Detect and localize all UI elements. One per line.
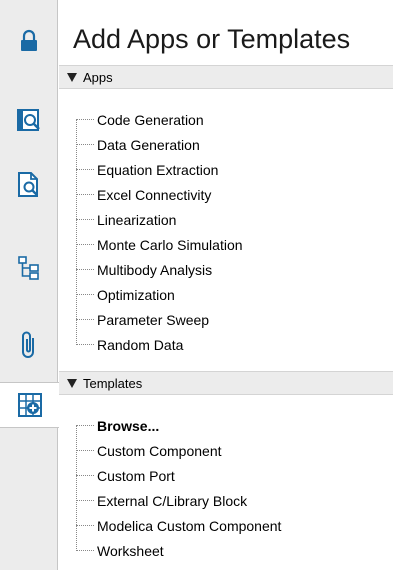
templates-section-label: Templates <box>83 375 143 391</box>
paperclip-icon <box>22 331 34 358</box>
app-item-data-generation[interactable]: Data Generation <box>76 132 200 157</box>
add-apps-icon <box>17 393 42 417</box>
app-item-excel-connectivity[interactable]: Excel Connectivity <box>76 182 211 207</box>
collapse-triangle-icon[interactable] <box>67 378 77 388</box>
collapse-triangle-icon[interactable] <box>67 72 77 82</box>
app-item-random-data[interactable]: Random Data <box>76 332 183 357</box>
app-item-parameter-sweep[interactable]: Parameter Sweep <box>76 307 209 332</box>
library-search-icon <box>17 109 40 131</box>
lock-icon <box>21 29 37 51</box>
apps-section-label: Apps <box>83 69 113 85</box>
templates-section-header[interactable]: Templates <box>59 371 393 395</box>
apps-section-header[interactable]: Apps <box>59 65 393 89</box>
hierarchy-icon <box>18 256 39 280</box>
app-item-code-generation[interactable]: Code Generation <box>76 107 204 132</box>
app-item-equation-extraction[interactable]: Equation Extraction <box>76 157 218 182</box>
template-item-external-c-library-block[interactable]: External C/Library Block <box>76 488 247 513</box>
app-item-multibody-analysis[interactable]: Multibody Analysis <box>76 257 212 282</box>
add-apps-panel: Add Apps or Templates Apps Code Generati… <box>59 0 393 570</box>
template-item-custom-component[interactable]: Custom Component <box>76 438 222 463</box>
template-item-browse[interactable]: Browse... <box>76 413 159 438</box>
side-toolbar <box>0 0 59 570</box>
hierarchy-button[interactable] <box>0 245 58 291</box>
template-item-worksheet[interactable]: Worksheet <box>76 538 164 563</box>
library-search-button[interactable] <box>0 97 58 143</box>
attachments-button[interactable] <box>0 322 58 368</box>
page-title: Add Apps or Templates <box>73 24 351 54</box>
app-item-optimization[interactable]: Optimization <box>76 282 175 307</box>
app-item-monte-carlo-simulation[interactable]: Monte Carlo Simulation <box>76 232 243 257</box>
template-item-modelica-custom-component[interactable]: Modelica Custom Component <box>76 513 281 538</box>
template-item-custom-port[interactable]: Custom Port <box>76 463 175 488</box>
add-apps-button[interactable] <box>0 382 59 428</box>
document-search-button[interactable] <box>0 162 58 208</box>
lock-button[interactable] <box>0 18 58 64</box>
document-search-icon <box>18 172 38 197</box>
app-item-linearization[interactable]: Linearization <box>76 207 176 232</box>
